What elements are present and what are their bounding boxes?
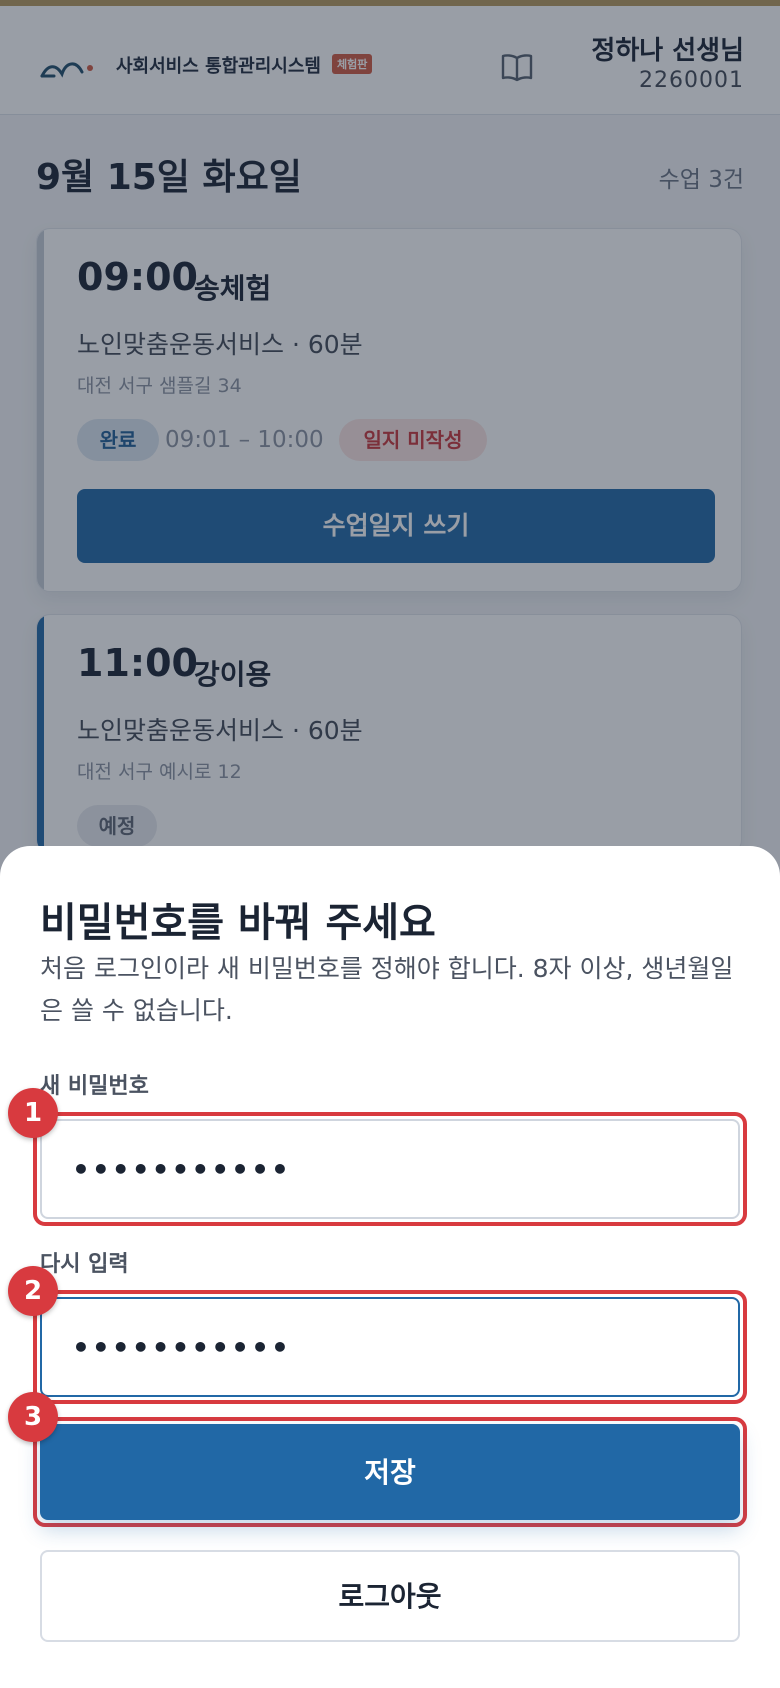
step-marker: 2 [8, 1266, 58, 1316]
new-password-label: 새 비밀번호 [40, 1074, 149, 1099]
confirm-password-input[interactable] [40, 1297, 740, 1397]
confirm-password-label: 다시 입력 [40, 1252, 129, 1277]
step-marker: 3 [8, 1392, 58, 1442]
new-password-input[interactable] [40, 1119, 740, 1219]
password-change-sheet: 비밀번호를 바꿔 주세요 처음 로그인이라 새 비밀번호를 정해야 합니다. 8… [0, 846, 780, 1688]
sheet-description: 처음 로그인이라 새 비밀번호를 정해야 합니다. 8자 이상, 생년월일은 쓸… [40, 954, 734, 1025]
logout-button[interactable]: 로그아웃 [40, 1550, 740, 1642]
sheet-title: 비밀번호를 바꿔 주세요 [40, 900, 436, 946]
save-button[interactable]: 저장 [40, 1424, 740, 1520]
step-marker: 1 [8, 1088, 58, 1138]
